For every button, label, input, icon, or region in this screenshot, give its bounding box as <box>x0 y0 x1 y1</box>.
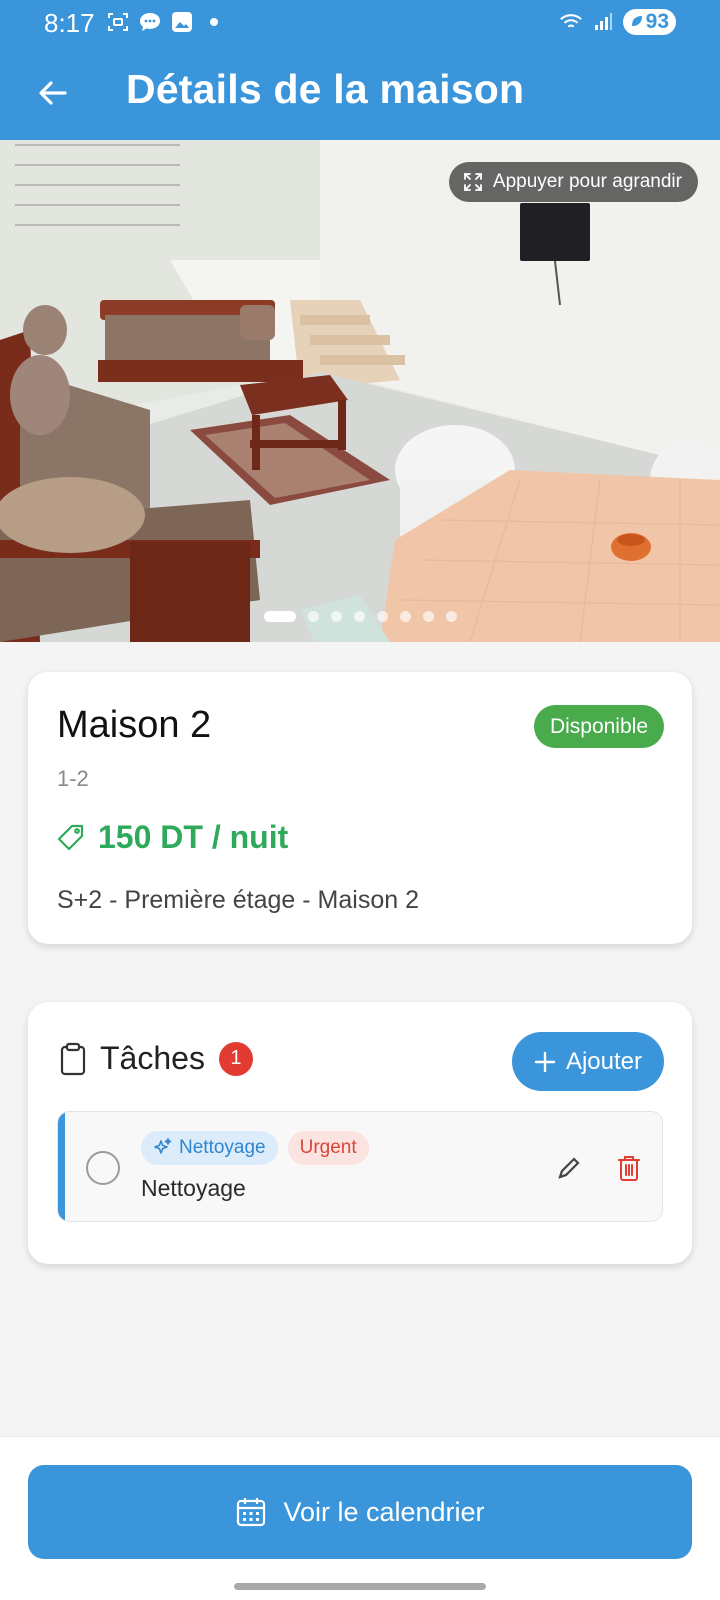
carousel-dot[interactable] <box>331 611 342 622</box>
plus-icon <box>534 1051 556 1072</box>
page-title: Détails de la maison <box>126 66 525 112</box>
back-button[interactable] <box>28 68 78 118</box>
zoom-hint[interactable]: Appuyer pour agrandir <box>448 162 698 202</box>
battery-indicator: 93 <box>622 9 676 35</box>
house-code: 1-2 <box>57 766 89 791</box>
bottom-action-area: Voir le calendrier <box>0 1436 720 1600</box>
signal-icon <box>591 10 615 34</box>
task-item[interactable]: Nettoyage Urgent Nettoyage <box>57 1111 663 1222</box>
clipboard-icon <box>60 1042 86 1075</box>
price-tag-icon <box>57 824 84 850</box>
task-accent-bar <box>58 1112 65 1221</box>
expand-icon <box>464 173 482 191</box>
home-indicator[interactable] <box>234 1583 486 1590</box>
house-details-screen: 8:17 93 Détails de la maison Appuyer pou… <box>0 0 720 1600</box>
status-badge: Disponible <box>533 705 664 748</box>
tasks-header: Tâches 1 <box>58 1040 253 1077</box>
notification-icons <box>106 10 226 34</box>
task-priority-tag: Urgent <box>287 1131 369 1165</box>
carousel-dot[interactable] <box>377 611 388 622</box>
task-category-label: Nettoyage <box>179 1137 266 1158</box>
view-calendar-label: Voir le calendrier <box>283 1496 485 1527</box>
pencil-icon <box>558 1157 580 1179</box>
task-category-tag: Nettoyage <box>141 1131 278 1165</box>
task-tags: Nettoyage Urgent <box>141 1131 369 1165</box>
carousel-dot[interactable] <box>354 611 365 622</box>
task-title: Nettoyage <box>141 1175 246 1201</box>
battery-level: 93 <box>645 10 669 33</box>
system-icons: 93 <box>559 9 676 35</box>
dot-icon <box>202 10 226 34</box>
carousel-dot[interactable] <box>400 611 411 622</box>
task-checkbox[interactable] <box>86 1151 120 1185</box>
arrow-left-icon <box>39 81 67 105</box>
carousel-dot-active[interactable] <box>264 611 296 622</box>
tasks-title: Tâches <box>100 1040 205 1076</box>
price-row: 150 DT / nuit <box>56 819 288 856</box>
gallery-icon <box>170 10 194 34</box>
wifi-icon <box>559 10 583 34</box>
house-photo-carousel[interactable]: Appuyer pour agrandir <box>0 140 720 642</box>
carousel-indicator <box>264 611 457 622</box>
carousel-dot[interactable] <box>423 611 434 622</box>
trash-icon <box>618 1156 640 1181</box>
app-bar: Détails de la maison <box>0 46 720 140</box>
carousel-dot[interactable] <box>308 611 319 622</box>
chat-bubble-icon <box>138 10 162 34</box>
house-photo <box>0 140 720 642</box>
status-time: 8:17 <box>44 8 95 38</box>
view-calendar-button[interactable]: Voir le calendrier <box>28 1465 692 1559</box>
tasks-count-badge: 1 <box>218 1041 253 1076</box>
calendar-icon <box>237 1498 266 1527</box>
face-scan-icon <box>106 10 130 34</box>
house-name: Maison 2 <box>57 704 212 746</box>
edit-task-button[interactable] <box>554 1153 584 1183</box>
house-info-card: Maison 2 Disponible 1-2 150 DT / nuit S+… <box>28 672 692 944</box>
status-bar: 8:17 93 <box>0 0 720 46</box>
zoom-hint-label: Appuyer pour agrandir <box>492 171 682 192</box>
battery-saver-icon <box>630 10 644 34</box>
tasks-card: Tâches 1 Ajouter Nettoyage Urgent Nettoy… <box>28 1002 692 1264</box>
add-task-button[interactable]: Ajouter <box>511 1032 664 1091</box>
delete-task-button[interactable] <box>614 1152 644 1184</box>
price-text: 150 DT / nuit <box>98 819 289 855</box>
sparkles-icon <box>154 1138 172 1154</box>
add-task-label: Ajouter <box>565 1047 642 1075</box>
carousel-dot[interactable] <box>446 611 457 622</box>
house-description: S+2 - Première étage - Maison 2 <box>57 886 419 914</box>
